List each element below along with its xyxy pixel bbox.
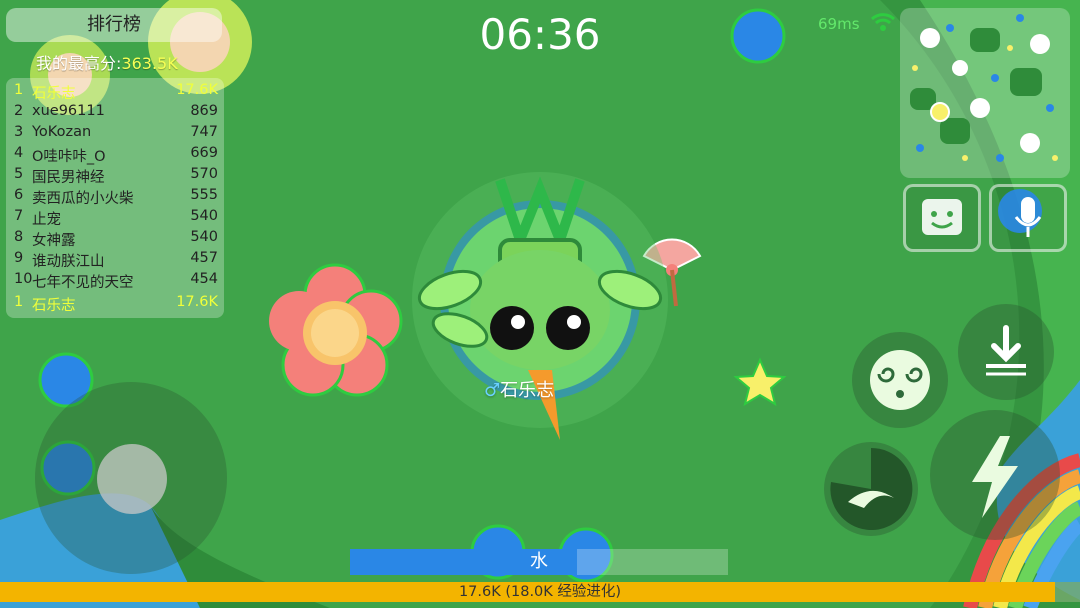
score: 869	[190, 103, 218, 119]
best-score-value: 363.5K	[121, 54, 178, 73]
player-name: 谁动朕江山	[32, 254, 105, 270]
leaderboard-title: 排行榜	[6, 8, 222, 42]
emote-icon	[922, 199, 962, 235]
leaderboard-row: 3 YoKozan 747	[14, 124, 218, 145]
score: 555	[190, 187, 218, 203]
microphone-icon	[998, 189, 1042, 237]
score: 454	[190, 271, 218, 287]
rank: 9	[14, 250, 24, 266]
water-bar: 水	[350, 549, 728, 575]
voice-button[interactable]	[989, 184, 1067, 252]
ping-indicator: 69ms	[818, 12, 896, 33]
player-name: 石乐志	[32, 298, 76, 314]
player-name: xue96111	[32, 103, 105, 119]
leaderboard-row: 5 国民男神经 570	[14, 166, 218, 187]
rank: 10	[14, 271, 33, 287]
emote-button[interactable]	[903, 184, 981, 252]
player-name: 国民男神经	[32, 170, 105, 186]
player-name: YoKozan	[32, 124, 92, 140]
leaderboard-row: 8 女神露 540	[14, 229, 218, 250]
boost-button[interactable]	[930, 410, 1060, 540]
minimap-content	[910, 14, 1058, 162]
minimap[interactable]	[900, 8, 1070, 178]
player-name: 石乐志	[32, 86, 76, 102]
xp-bar-label: 17.6K (18.0K 经验进化)	[458, 584, 622, 600]
swoop-skill-icon	[830, 447, 913, 530]
ping-value: 69ms	[818, 15, 860, 33]
leaderboard-row: 1 石乐志 17.6K	[14, 82, 218, 103]
score: 457	[190, 250, 218, 266]
joystick-knob[interactable]	[97, 444, 167, 514]
dive-down-icon	[986, 325, 1026, 376]
rank: 4	[14, 145, 24, 161]
leaderboard-row: 6 卖西瓜的小火柴 555	[14, 187, 218, 208]
leaderboard-row: 4 O哇咔咔_O 669	[14, 145, 218, 166]
leaderboard-self-row: 1 石乐志 17.6K	[14, 294, 218, 315]
leaderboard-row: 7 止宠 540	[14, 208, 218, 229]
player-name: 女神露	[32, 233, 76, 249]
score: 747	[190, 124, 218, 140]
score: 17.6K	[176, 82, 218, 98]
leaderboard-row: 9 谁动朕江山 457	[14, 250, 218, 271]
player-name: O哇咔咔_O	[32, 149, 106, 165]
player-name: 卖西瓜的小火柴	[32, 191, 134, 207]
rank: 5	[14, 166, 24, 182]
best-score-label: 我的最高分:	[36, 54, 122, 73]
score: 669	[190, 145, 218, 161]
player-name: 七年不见的天空	[32, 275, 134, 291]
rank: 1	[14, 294, 24, 310]
rank: 2	[14, 103, 24, 119]
player-nickname: ♂石乐志	[484, 376, 554, 402]
skill-button[interactable]	[824, 442, 918, 536]
water-bar-label: 水	[530, 551, 548, 572]
player-nickname-text: 石乐志	[500, 380, 555, 401]
match-timer: 06:36	[479, 10, 601, 59]
rank: 1	[14, 82, 24, 98]
lightning-icon	[972, 436, 1018, 518]
player-name: 止宠	[32, 212, 61, 228]
score: 570	[190, 166, 218, 182]
xp-bar: 17.6K (18.0K 经验进化)	[0, 582, 1080, 602]
score: 540	[190, 229, 218, 245]
score: 540	[190, 208, 218, 224]
flower-food	[269, 263, 403, 397]
rank: 8	[14, 229, 24, 245]
water-drop	[730, 8, 786, 64]
leaderboard-panel: 1 石乐志 17.6K 2 xue96111 869 3 YoKozan 747…	[6, 78, 224, 318]
leaderboard-row: 2 xue96111 869	[14, 103, 218, 124]
wifi-icon	[871, 13, 896, 31]
joystick-base[interactable]	[35, 382, 227, 574]
leaderboard-row: 10 七年不见的天空 454	[14, 271, 218, 292]
rank: 3	[14, 124, 24, 140]
rank: 7	[14, 208, 24, 224]
star-food	[733, 357, 787, 407]
dive-button[interactable]	[958, 304, 1054, 400]
rank: 6	[14, 187, 24, 203]
score: 17.6K	[176, 294, 218, 310]
gender-icon: ♂	[484, 380, 501, 401]
best-score: 我的最高分:363.5K	[36, 50, 178, 74]
